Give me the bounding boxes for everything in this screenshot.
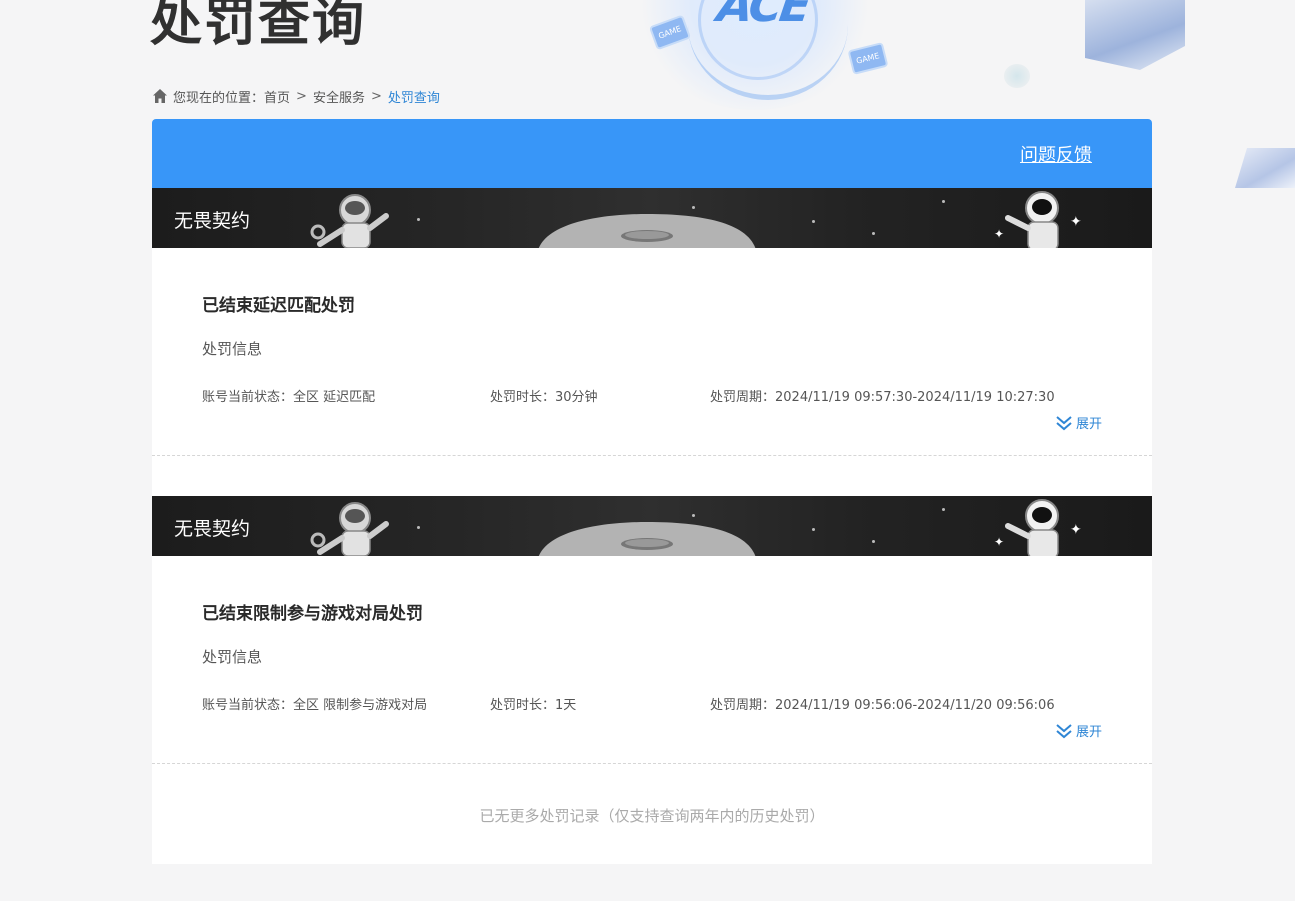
svg-text:✦: ✦ xyxy=(1070,214,1082,230)
ace-badge-ring-inner xyxy=(698,0,818,80)
breadcrumb-home-link[interactable]: 首页 xyxy=(264,87,290,106)
game-banner: ✦ ✦ 无畏契约 xyxy=(152,496,1152,556)
panel-header: 问题反馈 xyxy=(152,119,1152,188)
account-status: 账号当前状态：全区 延迟匹配 xyxy=(202,390,376,405)
spaceship-icon xyxy=(538,522,756,556)
breadcrumb-prefix: 您现在的位置： xyxy=(173,90,265,106)
breadcrumb-security-link[interactable]: 安全服务 xyxy=(313,87,365,106)
double-chevron-down-icon xyxy=(1056,415,1072,430)
svg-text:✦: ✦ xyxy=(1070,522,1082,538)
game-tag-icon: GAME xyxy=(847,42,889,75)
ace-badge-glow xyxy=(640,0,870,110)
expand-label: 展开 xyxy=(1075,725,1102,740)
expand-button[interactable]: 展开 xyxy=(1055,413,1102,432)
no-more-records-note: 已无更多处罚记录（仅支持查询两年内的历史处罚） xyxy=(479,807,825,825)
game-name: 无畏契约 xyxy=(174,210,251,232)
astronaut-icon: ✦ ✦ xyxy=(994,191,1082,248)
character-art xyxy=(1085,0,1185,70)
home-icon xyxy=(152,88,168,104)
expand-button[interactable]: 展开 xyxy=(1055,721,1102,740)
account-status: 账号当前状态：全区 限制参与游戏对局 xyxy=(202,698,428,713)
spaceship-icon xyxy=(538,214,756,248)
astronaut-icon: ✦ ✦ xyxy=(994,499,1082,556)
double-chevron-down-icon xyxy=(1056,723,1072,738)
astronaut-icon xyxy=(310,194,389,248)
record-title: 已结束限制参与游戏对局处罚 xyxy=(202,604,423,624)
penalty-record: ✦ ✦ 无畏契约 已结束限制参与游戏对局处罚 处罚信息 账号当前状态：全区 限制… xyxy=(152,496,1152,764)
astronaut-icon xyxy=(310,502,389,556)
record-info-label: 处罚信息 xyxy=(202,648,263,666)
penalty-duration: 处罚时长：1天 xyxy=(490,698,577,713)
feedback-link[interactable]: 问题反馈 xyxy=(1020,141,1092,167)
page-title: 处罚查询 xyxy=(150,0,367,53)
breadcrumb-current: 处罚查询 xyxy=(387,90,440,106)
game-banner: ✦ ✦ 无畏契约 xyxy=(152,188,1152,248)
breadcrumb-separator: > xyxy=(370,88,382,104)
record-info-label: 处罚信息 xyxy=(202,340,263,358)
ace-logo: ACE xyxy=(714,0,813,32)
ace-badge-ring-outer xyxy=(688,0,848,100)
record-body: 已结束延迟匹配处罚 处罚信息 账号当前状态：全区 延迟匹配 处罚时长：30分钟 … xyxy=(152,248,1152,456)
svg-text:✦: ✦ xyxy=(994,227,1004,241)
penalty-panel: 问题反馈 ✦ ✦ 无畏契约 已结束延迟匹配处罚 处罚信息 账号当前状态：全区 延… xyxy=(152,119,1152,864)
penalty-period: 处罚周期：2024/11/19 09:57:30-2024/11/19 10:2… xyxy=(710,390,1055,405)
penalty-record: ✦ ✦ 无畏契约 已结束延迟匹配处罚 处罚信息 账号当前状态：全区 延迟匹配 处… xyxy=(152,188,1152,456)
decorative-orb xyxy=(1004,64,1030,88)
game-name: 无畏契约 xyxy=(174,518,251,540)
penalty-period: 处罚周期：2024/11/19 09:56:06-2024/11/20 09:5… xyxy=(710,698,1055,713)
breadcrumb: 您现在的位置： 首页 > 安全服务 > 处罚查询 xyxy=(152,86,440,106)
record-body: 已结束限制参与游戏对局处罚 处罚信息 账号当前状态：全区 限制参与游戏对局 处罚… xyxy=(152,556,1152,764)
expand-label: 展开 xyxy=(1075,417,1102,432)
character-art xyxy=(1235,148,1295,188)
breadcrumb-separator: > xyxy=(296,88,307,104)
game-tag-icon: GAME xyxy=(648,14,691,51)
penalty-duration: 处罚时长：30分钟 xyxy=(490,390,598,405)
svg-text:✦: ✦ xyxy=(994,535,1004,549)
record-title: 已结束延迟匹配处罚 xyxy=(202,296,355,316)
